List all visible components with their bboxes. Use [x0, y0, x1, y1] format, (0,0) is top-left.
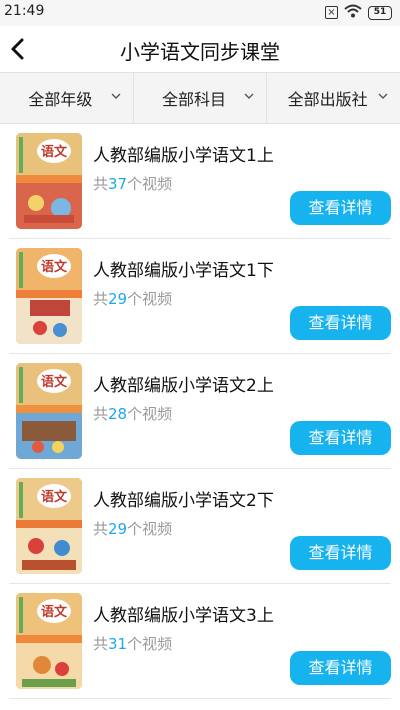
video-count: 共28个视频	[93, 405, 173, 423]
list-item[interactable]: 语文 人教部编版小学语文1下 共29个视频 查看详情	[9, 239, 391, 354]
cover-logo-text: 语文	[41, 604, 68, 620]
chevron-down-icon	[111, 93, 121, 99]
view-details-button[interactable]: 查看详情	[290, 421, 391, 455]
book-title: 人教部编版小学语文1下	[93, 261, 274, 281]
book-list: 语文 人教部编版小学语文1上 共37个视频 查看详情 语文 人教部编版小学语文1…	[0, 124, 400, 699]
view-details-button[interactable]: 查看详情	[290, 306, 391, 340]
book-cover: 语文	[16, 593, 82, 689]
video-count: 共31个视频	[93, 635, 173, 653]
book-title: 人教部编版小学语文3上	[93, 606, 274, 626]
list-item[interactable]: 语文 人教部编版小学语文2下 共29个视频 查看详情	[9, 469, 391, 584]
book-cover: 语文	[16, 363, 82, 459]
battery-icon: 51	[368, 5, 392, 20]
chevron-down-icon	[244, 93, 254, 99]
filter-grade-label: 全部年级	[28, 90, 93, 109]
status-time: 21:49	[4, 3, 45, 19]
video-count: 共37个视频	[93, 175, 173, 193]
wifi-icon	[344, 3, 362, 22]
page-title: 小学语文同步课堂	[120, 40, 280, 64]
book-title: 人教部编版小学语文2上	[93, 376, 274, 396]
cover-logo-text: 语文	[41, 374, 68, 390]
list-item[interactable]: 语文 人教部编版小学语文3上 共31个视频 查看详情	[9, 584, 391, 699]
filter-subject[interactable]: 全部科目	[134, 73, 268, 123]
video-count: 共29个视频	[93, 290, 173, 308]
filter-publisher-label: 全部出版社	[287, 90, 368, 109]
book-title: 人教部编版小学语文1上	[93, 146, 274, 166]
no-sim-icon: ×	[325, 6, 338, 19]
filter-subject-label: 全部科目	[162, 90, 227, 109]
book-cover: 语文	[16, 478, 82, 574]
view-details-button[interactable]: 查看详情	[290, 191, 391, 225]
list-item[interactable]: 语文 人教部编版小学语文1上 共37个视频 查看详情	[9, 124, 391, 239]
video-count: 共29个视频	[93, 520, 173, 538]
book-title: 人教部编版小学语文2下	[93, 491, 274, 511]
nav-bar: 小学语文同步课堂	[0, 26, 400, 72]
cover-logo-text: 语文	[41, 144, 68, 160]
cover-logo-text: 语文	[41, 489, 68, 505]
filter-grade[interactable]: 全部年级	[0, 73, 134, 123]
list-item[interactable]: 语文 人教部编版小学语文2上 共28个视频 查看详情	[9, 354, 391, 469]
view-details-button[interactable]: 查看详情	[290, 651, 391, 685]
status-bar: 21:49 × 51	[0, 0, 400, 26]
view-details-button[interactable]: 查看详情	[290, 536, 391, 570]
book-cover: 语文	[16, 248, 82, 344]
status-icons: × 51	[325, 3, 392, 22]
cover-logo-text: 语文	[41, 259, 68, 275]
filter-publisher[interactable]: 全部出版社	[267, 73, 400, 123]
filter-bar: 全部年级 全部科目 全部出版社	[0, 72, 400, 124]
chevron-down-icon	[378, 93, 388, 99]
book-cover: 语文	[16, 133, 82, 229]
